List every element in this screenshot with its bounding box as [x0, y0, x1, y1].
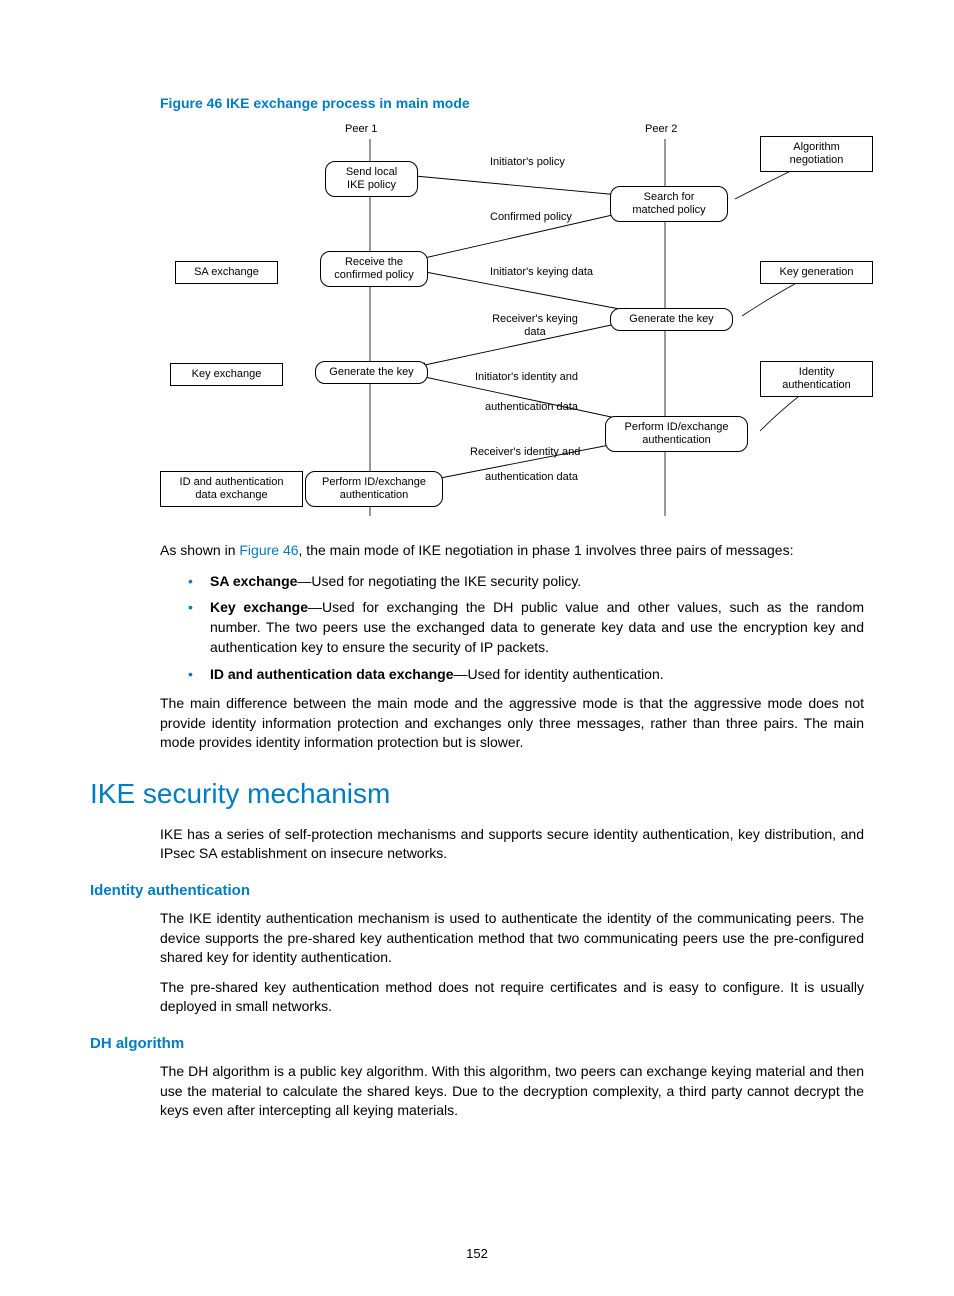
step-perform-auth-left: Perform ID/exchangeauthentication [305, 471, 443, 507]
msg-auth-data-2: authentication data [485, 471, 578, 484]
step-receive-confirmed: Receive theconfirmed policy [320, 251, 428, 287]
intro-suffix: , the main mode of IKE negotiation in ph… [299, 542, 794, 558]
list-item: Key exchange—Used for exchanging the DH … [180, 597, 864, 658]
identity-auth-p2: The pre-shared key authentication method… [160, 978, 864, 1017]
list-item: SA exchange—Used for negotiating the IKE… [180, 571, 864, 591]
peer1-label: Peer 1 [345, 123, 377, 136]
msg-initiator-keying: Initiator's keying data [490, 266, 593, 279]
body-content: As shown in Figure 46, the main mode of … [160, 541, 864, 753]
step-send-local-policy: Send localIKE policy [325, 161, 418, 197]
identity-auth-block: The IKE identity authentication mechanis… [160, 909, 864, 1017]
msg-initiator-policy: Initiator's policy [490, 156, 565, 169]
figure-caption: Figure 46 IKE exchange process in main m… [160, 95, 864, 111]
bullet-bold: ID and authentication data exchange [210, 666, 454, 682]
msg-receiver-keying: Receiver's keyingdata [480, 313, 590, 339]
heading-ike-security: IKE security mechanism [90, 778, 864, 810]
heading-identity-auth: Identity authentication [90, 882, 864, 899]
list-item: ID and authentication data exchange—Used… [180, 664, 864, 684]
page: Figure 46 IKE exchange process in main m… [0, 0, 954, 1296]
phase-identity-auth: Identityauthentication [760, 361, 873, 397]
intro-prefix: As shown in [160, 542, 239, 558]
peer2-label: Peer 2 [645, 123, 677, 136]
page-number: 152 [0, 1246, 954, 1261]
ike-intro-block: IKE has a series of self-protection mech… [160, 825, 864, 864]
bullet-text: —Used for exchanging the DH public value… [210, 599, 864, 656]
bullet-list: SA exchange—Used for negotiating the IKE… [160, 571, 864, 684]
phase-alg-negotiation: Algorithmnegotiation [760, 136, 873, 172]
identity-auth-p1: The IKE identity authentication mechanis… [160, 909, 864, 968]
figure-link[interactable]: Figure 46 [239, 542, 298, 558]
step-generate-key-right: Generate the key [610, 308, 733, 331]
label-key-exchange: Key exchange [170, 363, 283, 386]
ike-intro-paragraph: IKE has a series of self-protection mech… [160, 825, 864, 864]
intro-paragraph: As shown in Figure 46, the main mode of … [160, 541, 864, 561]
label-sa-exchange: SA exchange [175, 261, 278, 284]
bullet-bold: SA exchange [210, 573, 297, 589]
diagram-ike-exchange: Peer 1 Peer 2 Algorithmnegotiation Key g… [160, 121, 864, 521]
step-perform-auth-right: Perform ID/exchangeauthentication [605, 416, 748, 452]
bullet-text: —Used for negotiating the IKE security p… [297, 573, 581, 589]
msg-receiver-identity: Receiver's identity and [470, 446, 580, 459]
main-diff-paragraph: The main difference between the main mod… [160, 694, 864, 753]
msg-auth-data-1: authentication data [485, 401, 578, 414]
dh-algorithm-block: The DH algorithm is a public key algorit… [160, 1062, 864, 1121]
bullet-text: —Used for identity authentication. [454, 666, 664, 682]
step-generate-key-left: Generate the key [315, 361, 428, 384]
label-id-exchange: ID and authenticationdata exchange [160, 471, 303, 507]
msg-confirmed-policy: Confirmed policy [490, 211, 572, 224]
step-search-matched: Search formatched policy [610, 186, 728, 222]
dh-algorithm-p1: The DH algorithm is a public key algorit… [160, 1062, 864, 1121]
msg-initiator-identity: Initiator's identity and [475, 371, 578, 384]
heading-dh-algorithm: DH algorithm [90, 1035, 864, 1052]
phase-key-generation: Key generation [760, 261, 873, 284]
bullet-bold: Key exchange [210, 599, 308, 615]
